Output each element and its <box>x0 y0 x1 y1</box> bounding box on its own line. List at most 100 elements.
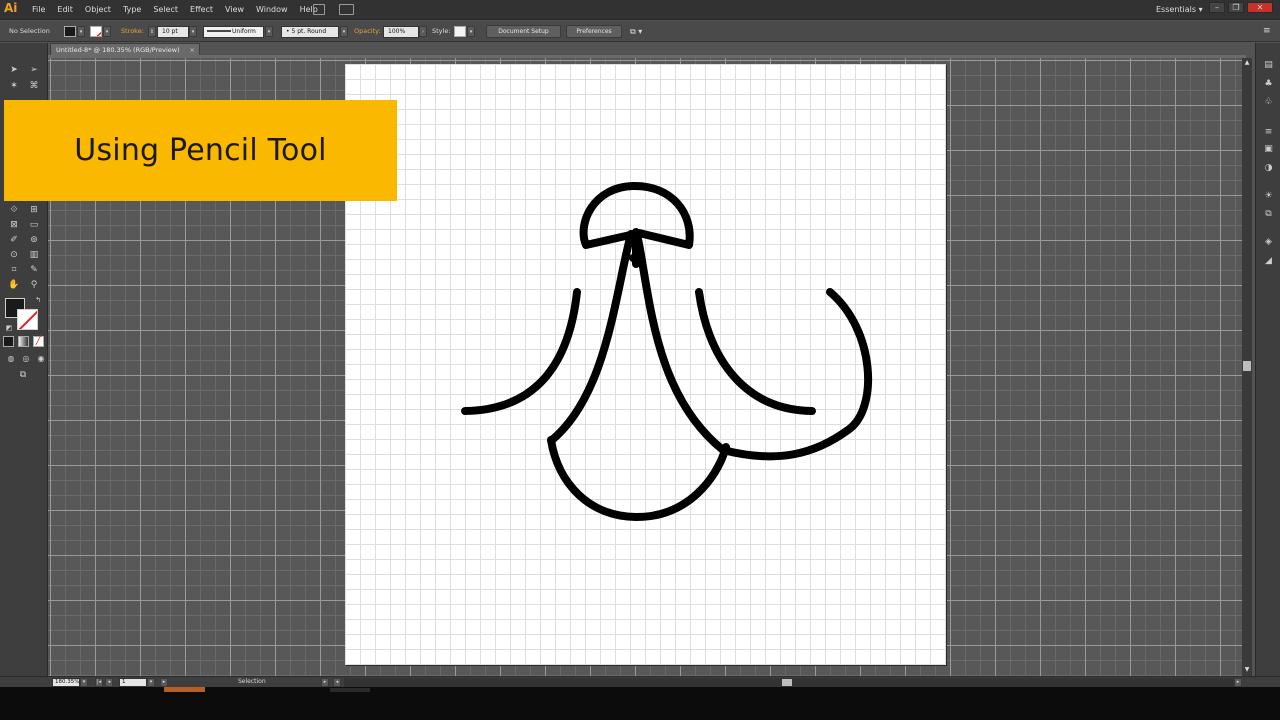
current-tool-status: Selection <box>238 678 266 685</box>
fill-color-swatch[interactable] <box>64 26 76 37</box>
brush-dropdown[interactable]: ▾ <box>340 26 348 37</box>
close-button[interactable]: ✕ <box>1247 2 1273 13</box>
minimize-button[interactable]: – <box>1209 2 1225 13</box>
zoom-field[interactable]: 180.35% <box>52 678 80 687</box>
left-curve-stroke <box>461 288 581 415</box>
scroll-down-icon[interactable]: ▼ <box>1242 666 1252 674</box>
isolate-icon[interactable]: ⧉ ▾ <box>630 21 642 42</box>
selection-tool-icon[interactable]: ➤ <box>6 63 22 77</box>
first-artboard-button[interactable]: |◂ <box>95 678 103 687</box>
horizontal-scroll-thumb[interactable] <box>782 679 792 686</box>
menu-effect[interactable]: Effect <box>184 0 219 20</box>
stroke-dropdown[interactable]: ▾ <box>103 26 111 37</box>
menu-window[interactable]: Window <box>250 0 294 20</box>
document-setup-button[interactable]: Document Setup <box>486 25 561 38</box>
slice-tool-icon[interactable]: ✎ <box>26 263 42 277</box>
artboard-dropdown[interactable]: ▾ <box>147 678 155 687</box>
variable-width-profile[interactable]: Uniform <box>203 26 264 38</box>
transparency-panel-icon[interactable]: ◑ <box>1263 163 1274 174</box>
status-menu-button[interactable]: ▸ <box>321 678 329 687</box>
hand-tool-icon[interactable]: ✋ <box>6 278 22 292</box>
symbol-sprayer-tool-icon[interactable]: ⊙ <box>6 248 22 262</box>
menu-view[interactable]: View <box>219 0 250 20</box>
next-artboard-button[interactable]: ▸ <box>160 678 168 687</box>
stroke-panel-icon[interactable]: ≡ <box>1263 127 1274 138</box>
stroke-stepper[interactable]: ⇕ <box>148 26 156 37</box>
brush-definition[interactable]: • 5 pt. Round <box>281 26 339 38</box>
vertical-scrollbar[interactable]: ▲ ▼ <box>1242 58 1252 676</box>
column-graph-tool-icon[interactable]: ▥ <box>26 248 42 262</box>
bottom-bowl-stroke <box>547 436 730 521</box>
stroke-color-swatch[interactable] <box>90 26 102 37</box>
profile-dropdown[interactable]: ▾ <box>265 26 273 37</box>
chevron-down-icon: ▾ <box>1198 5 1203 14</box>
style-dropdown[interactable]: ▾ <box>467 26 475 37</box>
graphic-styles-panel-icon[interactable]: ⧉ <box>1263 209 1274 220</box>
tutorial-caption: Using Pencil Tool <box>4 100 397 201</box>
none-mode-icon[interactable]: ╱ <box>33 336 44 347</box>
panel-menu-icon[interactable]: ≡ <box>1263 21 1271 42</box>
opacity-label[interactable]: Opacity: <box>354 21 381 42</box>
zoom-tool-icon[interactable]: ⚲ <box>26 278 42 292</box>
vertical-scroll-thumb[interactable] <box>1243 361 1251 371</box>
menu-type[interactable]: Type <box>117 0 147 20</box>
color-panel-icon[interactable]: ▤ <box>1263 60 1274 71</box>
draw-normal-icon[interactable]: ◍ <box>3 352 19 366</box>
screen-mode-icon[interactable]: ⧉ <box>15 368 31 382</box>
magic-wand-tool-icon[interactable]: ✶ <box>6 79 22 93</box>
brushes-panel-icon[interactable]: ♧ <box>1263 97 1274 108</box>
default-colors-icon[interactable]: ◩ <box>1 321 17 335</box>
color-mode-icon[interactable] <box>3 336 14 347</box>
perspective-grid-tool-icon[interactable]: ⊞ <box>26 203 42 217</box>
stroke-weight-field[interactable]: 10 pt <box>157 26 189 38</box>
status-bar: 180.35% ▾ |◂ ◂ 1 ▾ ▸ Selection ▸ ◂ ▸ <box>0 676 1280 687</box>
gradient-mode-icon[interactable] <box>18 336 29 347</box>
artboard-number-field[interactable]: 1 <box>119 678 147 687</box>
right-outer-curve-stroke <box>719 288 873 461</box>
arrange-documents-icon[interactable] <box>339 4 354 15</box>
stroke-label[interactable]: Stroke: <box>121 21 144 42</box>
scroll-up-icon[interactable]: ▲ <box>1242 59 1252 67</box>
artboard[interactable] <box>345 64 946 665</box>
layers-panel-icon[interactable]: ◈ <box>1263 237 1274 248</box>
eyedropper-tool-icon[interactable]: ✐ <box>6 233 22 247</box>
draw-behind-icon[interactable]: ◎ <box>18 352 34 366</box>
scroll-left-button[interactable]: ◂ <box>333 678 341 687</box>
previous-artboard-button[interactable]: ◂ <box>105 678 113 687</box>
draw-inside-icon[interactable]: ◉ <box>33 352 49 366</box>
direct-selection-tool-icon[interactable]: ➢ <box>26 63 42 77</box>
workspace-switcher[interactable]: Essentials ▾ <box>1156 0 1203 20</box>
horizontal-scrollbar[interactable] <box>344 678 1234 687</box>
lasso-tool-icon[interactable]: ⌘ <box>26 79 42 93</box>
appearance-panel-icon[interactable]: ☀ <box>1263 191 1274 202</box>
workspace-label: Essentials <box>1156 5 1197 14</box>
artboards-panel-icon[interactable]: ◢ <box>1263 256 1274 267</box>
graphic-style-swatch[interactable] <box>454 26 466 37</box>
stroke-weight-dropdown[interactable]: ▾ <box>189 26 197 37</box>
swap-fill-stroke-icon[interactable]: ↰ <box>30 293 46 307</box>
brush-dot-icon: • <box>286 28 290 35</box>
menu-object[interactable]: Object <box>79 0 117 20</box>
restore-button[interactable]: ❐ <box>1228 2 1244 13</box>
bridge-icon[interactable] <box>313 4 325 15</box>
menu-select[interactable]: Select <box>147 0 184 20</box>
mesh-tool-icon[interactable]: ⊠ <box>6 218 22 232</box>
fill-dropdown[interactable]: ▾ <box>77 26 85 37</box>
scroll-right-button[interactable]: ▸ <box>1234 678 1242 687</box>
opacity-dropdown[interactable]: › <box>419 26 427 37</box>
profile-label: Uniform <box>232 28 256 35</box>
gradient-panel-icon[interactable]: ▣ <box>1263 144 1274 155</box>
swatches-panel-icon[interactable]: ♣ <box>1263 79 1274 90</box>
menu-file[interactable]: File <box>26 0 51 20</box>
opacity-field[interactable]: 100% <box>383 26 419 38</box>
pencil-drawing[interactable] <box>345 64 946 665</box>
stroke-swatch[interactable] <box>17 309 38 330</box>
preferences-button[interactable]: Preferences <box>566 25 622 38</box>
zoom-dropdown[interactable]: ▾ <box>80 678 88 687</box>
artboard-tool-icon[interactable]: ⌗ <box>6 263 22 277</box>
blend-tool-icon[interactable]: ⊚ <box>26 233 42 247</box>
illustrator-window: Ai File Edit Object Type Select Effect V… <box>0 0 1280 720</box>
shape-builder-tool-icon[interactable]: ⟐ <box>6 203 22 217</box>
gradient-tool-icon[interactable]: ▭ <box>26 218 42 232</box>
menu-edit[interactable]: Edit <box>51 0 79 20</box>
